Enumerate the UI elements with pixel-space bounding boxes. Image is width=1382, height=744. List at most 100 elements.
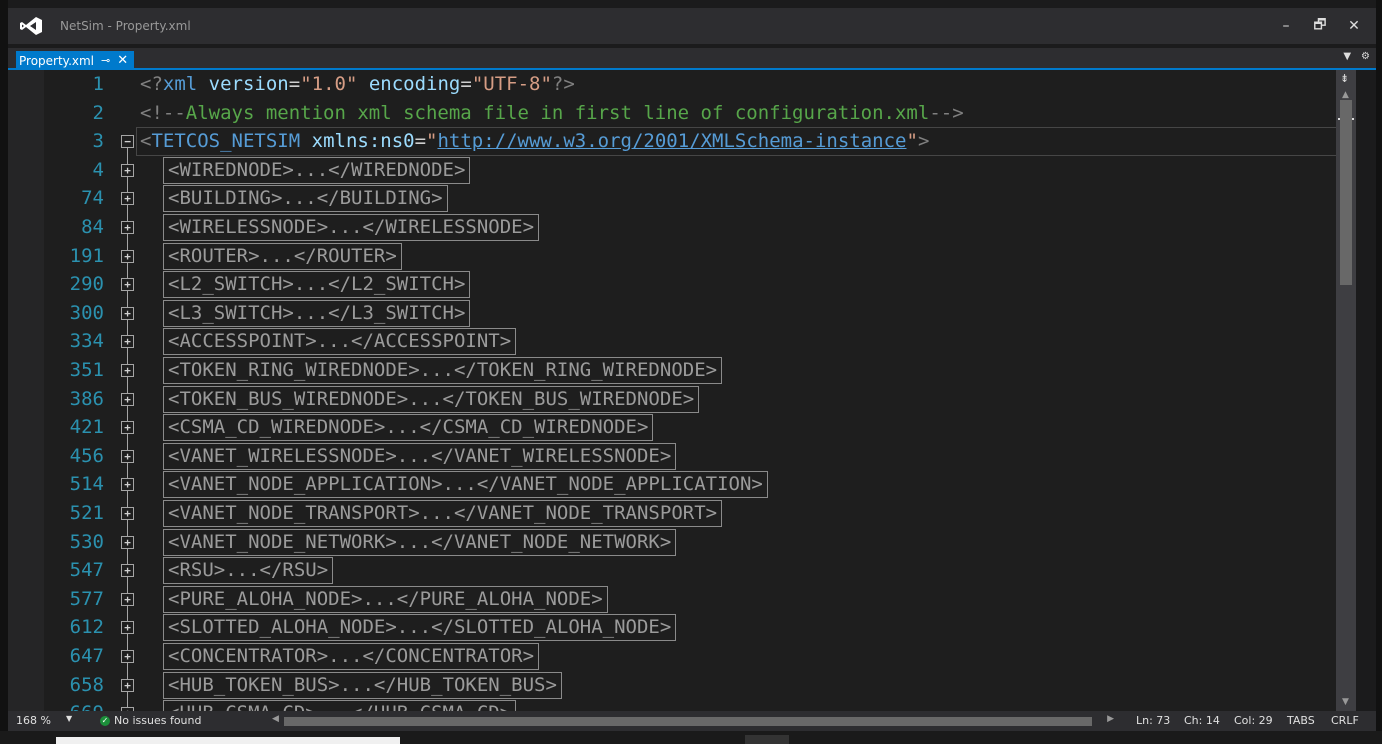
collapsed-region[interactable]: <ROUTER>...</ROUTER> (163, 242, 402, 270)
window-title: NetSim - Property.xml (60, 19, 191, 33)
tab-close-icon[interactable]: ✕ (117, 53, 128, 68)
code-line: 334 + <ACCESSPOINT>...</ACCESSPOINT> (8, 327, 1348, 356)
line-ending[interactable]: CRLF (1331, 714, 1359, 727)
code-line: 669+<HUB_CSMA_CD>...</HUB_CSMA_CD> (8, 699, 1348, 711)
collapsed-region[interactable]: <HUB_CSMA_CD>...</HUB_CSMA_CD> (163, 700, 517, 711)
expand-icon[interactable]: + (121, 364, 134, 377)
line-number: 1 (92, 73, 104, 95)
collapsed-region[interactable]: <BUILDING>...</BUILDING> (163, 185, 448, 213)
equals: = (460, 73, 472, 95)
zoom-dropdown-icon[interactable]: ▼ (66, 714, 72, 723)
code-text: <?xml version="1.0" encoding="UTF-8"?> (140, 73, 575, 95)
scroll-left-arrow-icon[interactable]: ◀ (272, 714, 279, 724)
expand-icon[interactable]: + (121, 421, 134, 435)
line-number: 84 (81, 216, 104, 238)
collapsed-region[interactable]: <TOKEN_RING_WIREDNODE>...</TOKEN_RING_WI… (163, 357, 723, 384)
collapsed-region[interactable]: <VANET_NODE_APPLICATION>...</VANET_NODE_… (163, 471, 768, 499)
taskbar-item[interactable] (745, 735, 789, 744)
collapsed-region[interactable]: <RSU>...</RSU> (163, 557, 334, 585)
scroll-right-arrow-icon[interactable]: ▶ (1107, 714, 1114, 724)
tab-property-xml[interactable]: Property.xml ⊸ ✕ (16, 51, 135, 70)
expand-icon[interactable]: + (121, 650, 134, 663)
expand-icon[interactable]: + (121, 592, 134, 606)
collapsed-region[interactable]: <VANET_NODE_TRANSPORT>...</VANET_NODE_TR… (163, 500, 723, 527)
line-indicator[interactable]: Ln: 73 (1136, 714, 1170, 727)
minimize-button[interactable]: – (1276, 16, 1296, 36)
expand-icon[interactable]: + (121, 478, 134, 492)
column-indicator[interactable]: Col: 29 (1234, 714, 1273, 727)
pin-icon[interactable]: ⊸ (101, 54, 110, 67)
expand-icon[interactable]: + (121, 249, 134, 263)
vertical-scrollbar[interactable]: ⇟ ▲ ▼ (1336, 70, 1356, 711)
quote: " (426, 130, 438, 153)
line-number: 530 (69, 530, 104, 553)
collapsed-region[interactable]: <TOKEN_BUS_WIREDNODE>...</TOKEN_BUS_WIRE… (163, 385, 700, 413)
code-line: 612 + <SLOTTED_ALOHA_NODE>...</SLOTTED_ALO… (8, 613, 1348, 642)
comment-close: --> (929, 101, 964, 124)
code-line: 421 + <CSMA_CD_WIREDNODE>...</CSMA_CD_WIRE… (8, 413, 1348, 442)
collapsed-region[interactable]: <PURE_ALOHA_NODE>...</PURE_ALOHA_NODE> (163, 585, 608, 613)
line-number: 290 (69, 273, 104, 296)
horizontal-scrollbar[interactable]: ◀ ▶ (270, 713, 1116, 729)
line-number: 612 (69, 616, 104, 639)
expand-icon[interactable]: + (121, 306, 134, 320)
attr-version: version (208, 73, 289, 95)
horizontal-scroll-thumb[interactable] (284, 717, 1092, 726)
code-line: 514 + <VANET_NODE_APPLICATION>...</VANET_N… (8, 470, 1348, 499)
collapsed-region[interactable]: <SLOTTED_ALOHA_NODE>...</SLOTTED_ALOHA_N… (163, 614, 677, 642)
equals: = (414, 130, 427, 153)
expand-icon[interactable]: + (121, 192, 134, 206)
expand-icon[interactable]: + (121, 278, 134, 292)
collapsed-region[interactable]: <CONCENTRATOR>...</CONCENTRATOR> (163, 643, 540, 670)
collapsed-region[interactable]: <ACCESSPOINT>...</ACCESSPOINT> (163, 328, 517, 356)
schema-link[interactable]: http://www.w3.org/2001/XMLSchema-instanc… (437, 130, 906, 152)
code-line: 351 + <TOKEN_RING_WIREDNODE>...</TOKEN_RIN… (8, 356, 1348, 384)
char-indicator[interactable]: Ch: 14 (1184, 714, 1220, 727)
expand-icon[interactable]: + (121, 392, 134, 406)
code-line: 84 + <WIRELESSNODE>...</WIRELESSNODE> (8, 213, 1348, 241)
document-tab-bar: Property.xml ⊸ ✕ ▼ ⚙ (8, 48, 1376, 70)
collapsed-region[interactable]: <VANET_NODE_NETWORK>...</VANET_NODE_NETW… (163, 528, 677, 556)
restore-button[interactable]: 🗗 (1310, 16, 1330, 36)
issues-indicator[interactable]: ✓ No issues found (100, 714, 201, 727)
line-number: 577 (69, 587, 104, 610)
collapsed-region[interactable]: <VANET_WIRELESSNODE>...</VANET_WIRELESSN… (163, 442, 677, 470)
line-number: 74 (81, 187, 104, 210)
collapsed-region[interactable]: <WIREDNODE>...</WIREDNODE> (163, 156, 471, 184)
expand-icon[interactable]: + (121, 335, 134, 349)
tab-dropdown-icon[interactable]: ▼ (1343, 51, 1351, 62)
collapsed-region[interactable]: <L3_SWITCH>...</L3_SWITCH> (163, 299, 471, 327)
tag-open: < (140, 130, 152, 153)
collapsed-region[interactable]: <CSMA_CD_WIREDNODE>...</CSMA_CD_WIREDNOD… (163, 414, 654, 442)
expand-icon[interactable]: + (121, 678, 134, 692)
scroll-up-arrow-icon[interactable]: ▲ (1342, 90, 1349, 100)
expand-icon[interactable]: + (121, 564, 134, 578)
expand-icon[interactable]: + (121, 621, 134, 635)
line-number: 514 (69, 473, 104, 496)
close-button[interactable]: ✕ (1344, 16, 1364, 36)
collapsed-region[interactable]: <WIRELESSNODE>...</WIRELESSNODE> (163, 214, 540, 241)
code-text: <!--Always mention xml schema file in fi… (140, 102, 964, 124)
indent-mode[interactable]: TABS (1287, 714, 1315, 727)
line-number: 351 (69, 359, 104, 381)
code-editor[interactable]: 1 <?xml version="1.0" encoding="UTF-8"?> 2… (8, 70, 1348, 711)
expand-icon[interactable]: + (121, 535, 134, 549)
split-handle-icon[interactable]: ⇟ (1340, 72, 1349, 85)
expand-icon[interactable]: + (121, 449, 134, 463)
code-line: 3− <TETCOS_NETSIM xmlns:ns0="http://www.w… (8, 127, 1348, 157)
line-number: 456 (69, 444, 104, 467)
expand-icon[interactable]: + (121, 221, 134, 234)
vertical-scroll-thumb[interactable] (1340, 100, 1352, 285)
xml-decl-name: xml (162, 73, 198, 95)
gear-icon[interactable]: ⚙ (1361, 51, 1370, 62)
scroll-down-arrow-icon[interactable]: ▼ (1342, 697, 1349, 707)
expand-icon[interactable]: + (121, 163, 134, 177)
collapsed-region[interactable]: <L2_SWITCH>...</L2_SWITCH> (163, 271, 471, 299)
line-number: 521 (69, 502, 104, 524)
taskbar-window-preview[interactable] (56, 737, 400, 744)
taskbar (0, 731, 1382, 744)
zoom-level[interactable]: 168 % (16, 714, 51, 727)
collapsed-region[interactable]: <HUB_TOKEN_BUS>...</HUB_TOKEN_BUS> (163, 671, 562, 699)
expand-icon[interactable]: + (121, 507, 134, 520)
